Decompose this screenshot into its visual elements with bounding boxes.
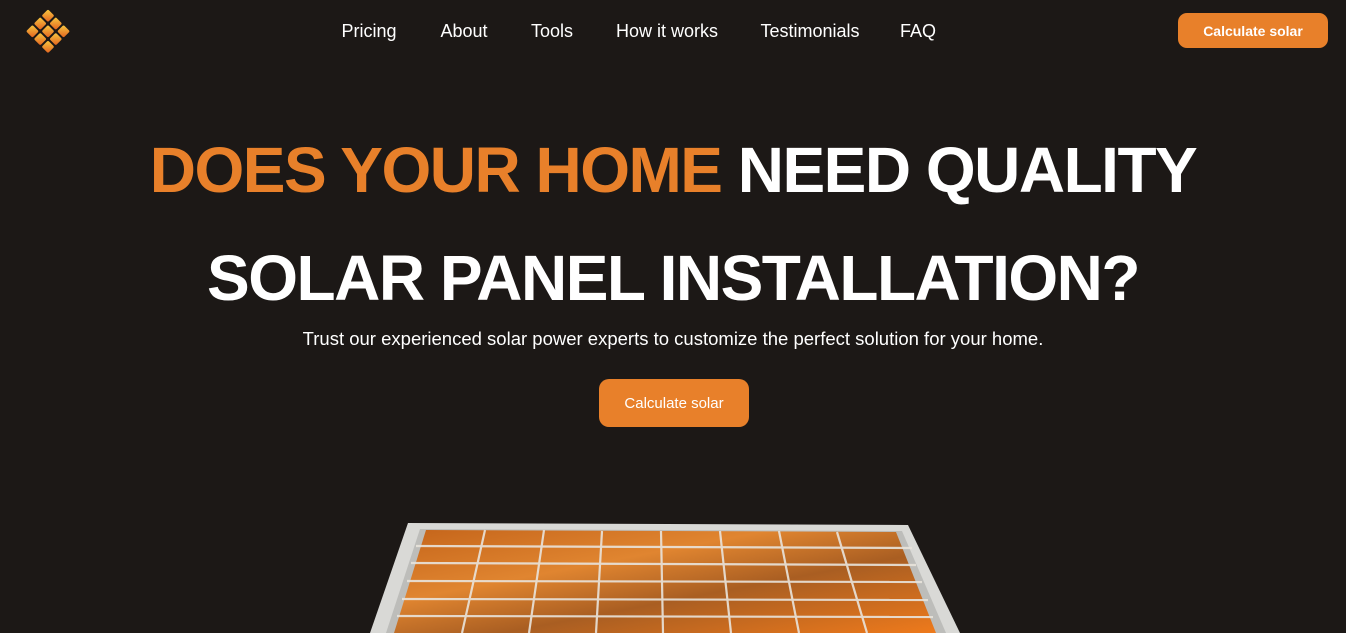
- nav-about[interactable]: About: [440, 19, 487, 43]
- nav-pricing[interactable]: Pricing: [341, 19, 396, 43]
- nav-testimonials[interactable]: Testimonials: [760, 19, 859, 43]
- nav-how-it-works[interactable]: How it works: [616, 19, 718, 43]
- landing-page: Pricing About Tools How it works Testimo…: [0, 0, 1346, 633]
- header-calculate-solar-button[interactable]: Calculate solar: [1178, 13, 1328, 48]
- nav-faq[interactable]: FAQ: [900, 19, 936, 43]
- hero-title-rest: NEED QUALITY: [737, 134, 1198, 206]
- nav-tools[interactable]: Tools: [531, 19, 573, 43]
- solar-panel-image: [370, 523, 960, 633]
- hero-subtitle: Trust our experienced solar power expert…: [302, 328, 1044, 349]
- hero-title-line-2: SOLAR PANEL INSTALLATION?: [207, 242, 1140, 314]
- hero-title-line-1: DOES YOUR HOME NEED QUALITY: [0, 134, 1346, 206]
- main-nav: Pricing About Tools How it works Testimo…: [0, 19, 1346, 43]
- hero-calculate-solar-button[interactable]: Calculate solar: [599, 379, 749, 427]
- hero-title-accent: DOES YOUR HOME: [149, 134, 723, 206]
